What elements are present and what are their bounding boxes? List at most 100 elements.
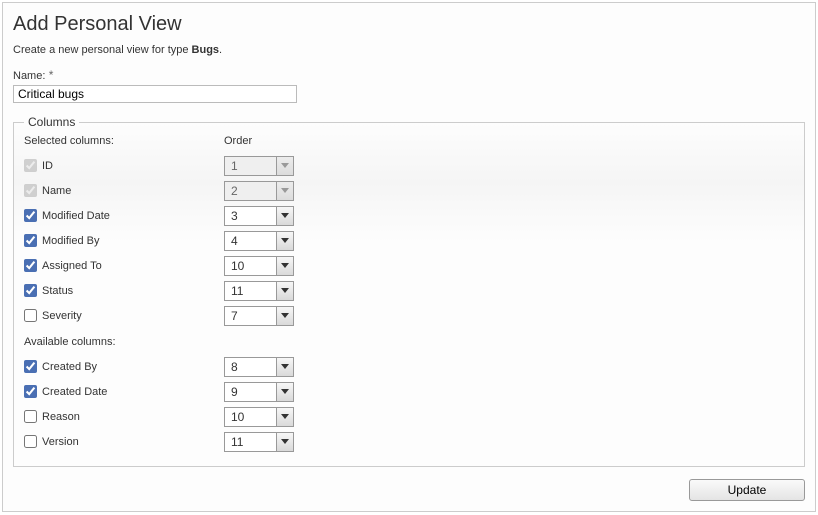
- column-checkbox-cell: Status: [24, 284, 224, 297]
- column-checkbox-cell: Created By: [24, 360, 224, 373]
- column-label: Created By: [42, 361, 97, 373]
- intro-prefix: Create a new personal view for type: [13, 44, 192, 56]
- column-checkbox-cell: Created Date: [24, 385, 224, 398]
- order-select[interactable]: 11: [224, 281, 294, 301]
- chevron-down-icon[interactable]: [276, 232, 293, 250]
- selected-row: Name 2: [24, 178, 794, 203]
- triangle-down-icon: [281, 213, 289, 218]
- selected-row: Assigned To10: [24, 253, 794, 278]
- name-input[interactable]: [13, 85, 297, 103]
- column-checkbox[interactable]: [24, 209, 37, 222]
- column-checkbox-cell: Name: [24, 184, 224, 197]
- column-label: Version: [42, 436, 79, 448]
- column-checkbox-cell: Modified By: [24, 234, 224, 247]
- chevron-down-icon[interactable]: [276, 383, 293, 401]
- order-select: 1: [224, 156, 294, 176]
- selected-row: ID 1: [24, 153, 794, 178]
- update-button[interactable]: Update: [689, 479, 805, 501]
- column-checkbox[interactable]: [24, 435, 37, 448]
- chevron-down-icon[interactable]: [276, 282, 293, 300]
- triangle-down-icon: [281, 414, 289, 419]
- column-checkbox-cell: ID: [24, 159, 224, 172]
- column-label: Severity: [42, 310, 82, 322]
- available-columns-list: Created By 8 Created Date 9 Reason 10 Version 1…: [24, 354, 794, 454]
- selected-row: Modified By 4: [24, 228, 794, 253]
- column-checkbox-cell: Modified Date: [24, 209, 224, 222]
- column-label: ID: [42, 160, 53, 172]
- column-checkbox[interactable]: [24, 410, 37, 423]
- order-value: 11: [225, 284, 276, 298]
- column-checkbox[interactable]: [24, 284, 37, 297]
- column-checkbox-cell: Severity: [24, 309, 224, 322]
- order-value: 2: [225, 184, 276, 198]
- name-label: Name:: [13, 70, 45, 82]
- order-value: 10: [225, 259, 276, 273]
- intro-suffix: .: [219, 44, 222, 56]
- chevron-down-icon: [276, 157, 293, 175]
- order-select[interactable]: 11: [224, 432, 294, 452]
- required-mark: *: [49, 68, 54, 82]
- column-label: Reason: [42, 411, 80, 423]
- column-checkbox-cell: Assigned To: [24, 259, 224, 272]
- available-row: Version 11: [24, 429, 794, 454]
- order-value: 7: [225, 309, 276, 323]
- triangle-down-icon: [281, 238, 289, 243]
- triangle-down-icon: [281, 389, 289, 394]
- order-value: 10: [225, 410, 276, 424]
- selected-row: Modified Date 3: [24, 203, 794, 228]
- page-title: Add Personal View: [13, 13, 805, 36]
- column-checkbox-cell: Reason: [24, 410, 224, 423]
- triangle-down-icon: [281, 263, 289, 268]
- order-select[interactable]: 10: [224, 407, 294, 427]
- chevron-down-icon: [276, 182, 293, 200]
- column-checkbox[interactable]: [24, 385, 37, 398]
- intro-type: Bugs: [192, 44, 220, 56]
- intro-text: Create a new personal view for type Bugs…: [13, 44, 805, 56]
- triangle-down-icon: [281, 364, 289, 369]
- column-label: Modified Date: [42, 210, 110, 222]
- available-row: Created Date 9: [24, 379, 794, 404]
- chevron-down-icon[interactable]: [276, 257, 293, 275]
- chevron-down-icon[interactable]: [276, 433, 293, 451]
- selected-columns-list: ID1Name2Modified Date3Modified By4Assign…: [24, 153, 794, 328]
- order-select[interactable]: 8: [224, 357, 294, 377]
- available-row: Created By 8: [24, 354, 794, 379]
- column-checkbox[interactable]: [24, 309, 37, 322]
- column-checkbox[interactable]: [24, 234, 37, 247]
- columns-header-row: Selected columns: Order: [24, 135, 794, 147]
- column-label: Name: [42, 185, 71, 197]
- selected-row: Severity 7: [24, 303, 794, 328]
- column-label: Modified By: [42, 235, 99, 247]
- columns-fieldset: Columns Selected columns: Order ID 1 Name 2…: [13, 115, 805, 467]
- column-checkbox: [24, 184, 37, 197]
- order-select: 2: [224, 181, 294, 201]
- selected-row: Status11: [24, 278, 794, 303]
- order-value: 11: [225, 435, 276, 449]
- triangle-down-icon: [281, 313, 289, 318]
- columns-legend: Columns: [24, 115, 79, 129]
- chevron-down-icon[interactable]: [276, 207, 293, 225]
- name-field-row: Name: *: [13, 68, 805, 103]
- order-value: 8: [225, 360, 276, 374]
- column-checkbox: [24, 159, 37, 172]
- triangle-down-icon: [281, 163, 289, 168]
- order-select[interactable]: 10: [224, 256, 294, 276]
- column-label: Created Date: [42, 386, 107, 398]
- order-select[interactable]: 3: [224, 206, 294, 226]
- order-value: 1: [225, 159, 276, 173]
- column-checkbox[interactable]: [24, 259, 37, 272]
- triangle-down-icon: [281, 439, 289, 444]
- order-value: 4: [225, 234, 276, 248]
- order-select[interactable]: 7: [224, 306, 294, 326]
- order-select[interactable]: 4: [224, 231, 294, 251]
- chevron-down-icon[interactable]: [276, 358, 293, 376]
- order-select[interactable]: 9: [224, 382, 294, 402]
- chevron-down-icon[interactable]: [276, 307, 293, 325]
- order-value: 3: [225, 209, 276, 223]
- add-personal-view-panel: Add Personal View Create a new personal …: [2, 2, 816, 512]
- order-header: Order: [224, 135, 252, 147]
- column-checkbox[interactable]: [24, 360, 37, 373]
- chevron-down-icon[interactable]: [276, 408, 293, 426]
- selected-columns-header: Selected columns:: [24, 135, 224, 147]
- triangle-down-icon: [281, 188, 289, 193]
